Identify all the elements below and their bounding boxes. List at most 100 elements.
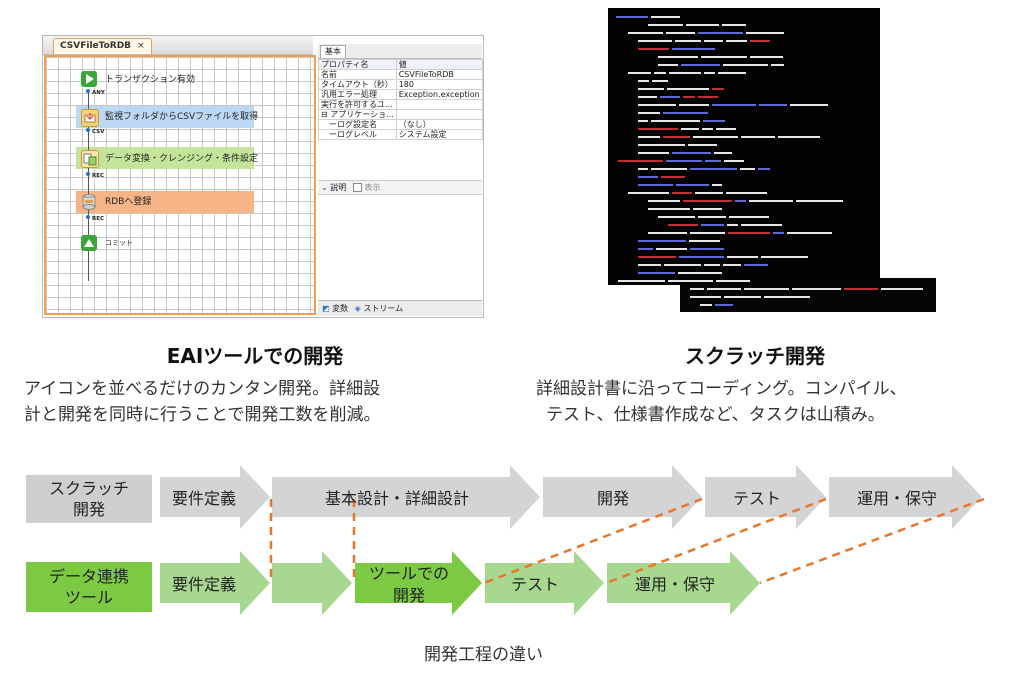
- code-line: [658, 216, 695, 218]
- scratch-row-label-line2: 開発: [72, 500, 105, 519]
- code-line: [666, 32, 695, 34]
- code-line: [628, 72, 651, 74]
- code-line: [698, 32, 743, 34]
- eai-step-operation: 運用・保守: [634, 575, 715, 594]
- code-line: [712, 184, 722, 186]
- code-line: [638, 248, 653, 250]
- code-line: [681, 128, 699, 130]
- code-line: [672, 48, 715, 50]
- code-line: [648, 200, 680, 202]
- code-line: [638, 264, 661, 266]
- code-line: [618, 280, 665, 282]
- code-line: [658, 64, 678, 66]
- code-line: [787, 232, 832, 234]
- folder-icon[interactable]: [81, 109, 99, 127]
- flow-node-label: コミット: [105, 239, 133, 247]
- flow-tab[interactable]: CSVFileToRDB ×: [53, 38, 152, 54]
- code-line: [726, 192, 767, 194]
- scratch-desc-line2: テスト、仕様書作成など、タスクは山積み。: [546, 405, 885, 425]
- flow-node-label: RDBへ登録: [105, 197, 152, 207]
- connector-dot: [86, 172, 90, 176]
- code-line: [672, 152, 711, 154]
- code-line: [638, 104, 676, 106]
- code-line: [750, 40, 770, 42]
- code-line: [704, 40, 723, 42]
- code-line: [724, 160, 744, 162]
- flow-node-label: 監視フォルダからCSVファイルを取得: [105, 112, 259, 122]
- scratch-step-operation: 運用・保守: [856, 489, 937, 508]
- database-icon[interactable]: [81, 193, 97, 210]
- code-line: [689, 240, 720, 242]
- connector-label: REC: [92, 173, 105, 179]
- tab-stream[interactable]: ストリーム: [363, 304, 403, 313]
- code-line: [704, 72, 715, 74]
- property-value[interactable]: システム設定: [395, 129, 483, 140]
- code-line: [638, 80, 649, 82]
- property-value[interactable]: [395, 99, 483, 110]
- display-checkbox[interactable]: [352, 183, 362, 192]
- code-line: [683, 200, 732, 202]
- code-line: [773, 232, 784, 234]
- property-value[interactable]: （なし）: [395, 119, 483, 130]
- code-line: [701, 224, 724, 226]
- scratch-step-requirements: 要件定義: [171, 489, 236, 508]
- code-line: [648, 232, 687, 234]
- code-line: [714, 152, 732, 154]
- code-line: [792, 288, 841, 290]
- property-value[interactable]: CSVFileToRDB: [395, 69, 483, 80]
- code-line: [676, 184, 709, 186]
- code-line: [638, 144, 685, 146]
- code-line: [638, 176, 658, 178]
- code-line: [652, 80, 668, 82]
- eai-step-test: テスト: [510, 575, 559, 594]
- code-line: [724, 296, 761, 298]
- code-line: [729, 216, 769, 218]
- property-value[interactable]: [395, 109, 483, 120]
- flow-canvas[interactable]: トランザクション有効 ANY 監視フォルダからCSVファイルを取得 CSV デー…: [44, 55, 316, 315]
- tab-basic[interactable]: 基本: [320, 45, 346, 58]
- code-line: [749, 200, 793, 202]
- code-line: [664, 264, 701, 266]
- connector-label: REC: [92, 216, 105, 222]
- code-line: [759, 104, 787, 106]
- code-line: [727, 256, 758, 258]
- chevron-down-icon[interactable]: ⌄: [321, 183, 328, 192]
- code-line: [638, 48, 669, 50]
- eai-row-label: データ連携 ツール: [26, 562, 152, 612]
- code-line: [700, 304, 712, 306]
- code-line: [744, 288, 789, 290]
- code-line: [735, 200, 746, 202]
- eai-desc-line2: 計と開発を同時に行うことで開発工数を削減。: [24, 405, 381, 425]
- code-line: [715, 304, 733, 306]
- flow-node-label: トランザクション有効: [105, 75, 196, 85]
- play-icon[interactable]: [81, 71, 97, 87]
- property-value[interactable]: Exception.exception: [395, 89, 483, 100]
- code-line: [740, 168, 755, 170]
- property-header-value: 値: [395, 59, 483, 70]
- transform-icon[interactable]: [81, 150, 99, 168]
- tab-variables[interactable]: 変数: [332, 304, 348, 313]
- property-name[interactable]: ⊟ アプリケーショ...: [318, 109, 397, 120]
- code-line: [638, 120, 648, 122]
- code-line: [638, 112, 660, 114]
- code-line: [695, 192, 723, 194]
- commit-icon[interactable]: [81, 235, 97, 251]
- code-line: [750, 56, 783, 58]
- close-icon[interactable]: ×: [137, 41, 145, 51]
- code-line: [654, 72, 666, 74]
- code-line: [790, 104, 828, 106]
- code-line: [728, 232, 770, 234]
- code-line: [693, 208, 722, 210]
- code-line: [666, 160, 702, 162]
- code-line: [663, 112, 708, 114]
- eai-step-tool-develop: ツールでの 開発: [368, 564, 449, 605]
- property-value[interactable]: 180: [395, 79, 483, 90]
- property-table: プロパティ名 値 名前 CSVFileToRDB タイムアウト（秒） 180 汎用エ…: [318, 59, 483, 140]
- variable-icon: ◩: [322, 304, 330, 313]
- property-name: ーログ設定名: [318, 119, 397, 130]
- code-line: [778, 136, 820, 138]
- code-line: [796, 200, 843, 202]
- connector-dot: [86, 128, 90, 132]
- code-line: [679, 104, 709, 106]
- code-line: [675, 40, 701, 42]
